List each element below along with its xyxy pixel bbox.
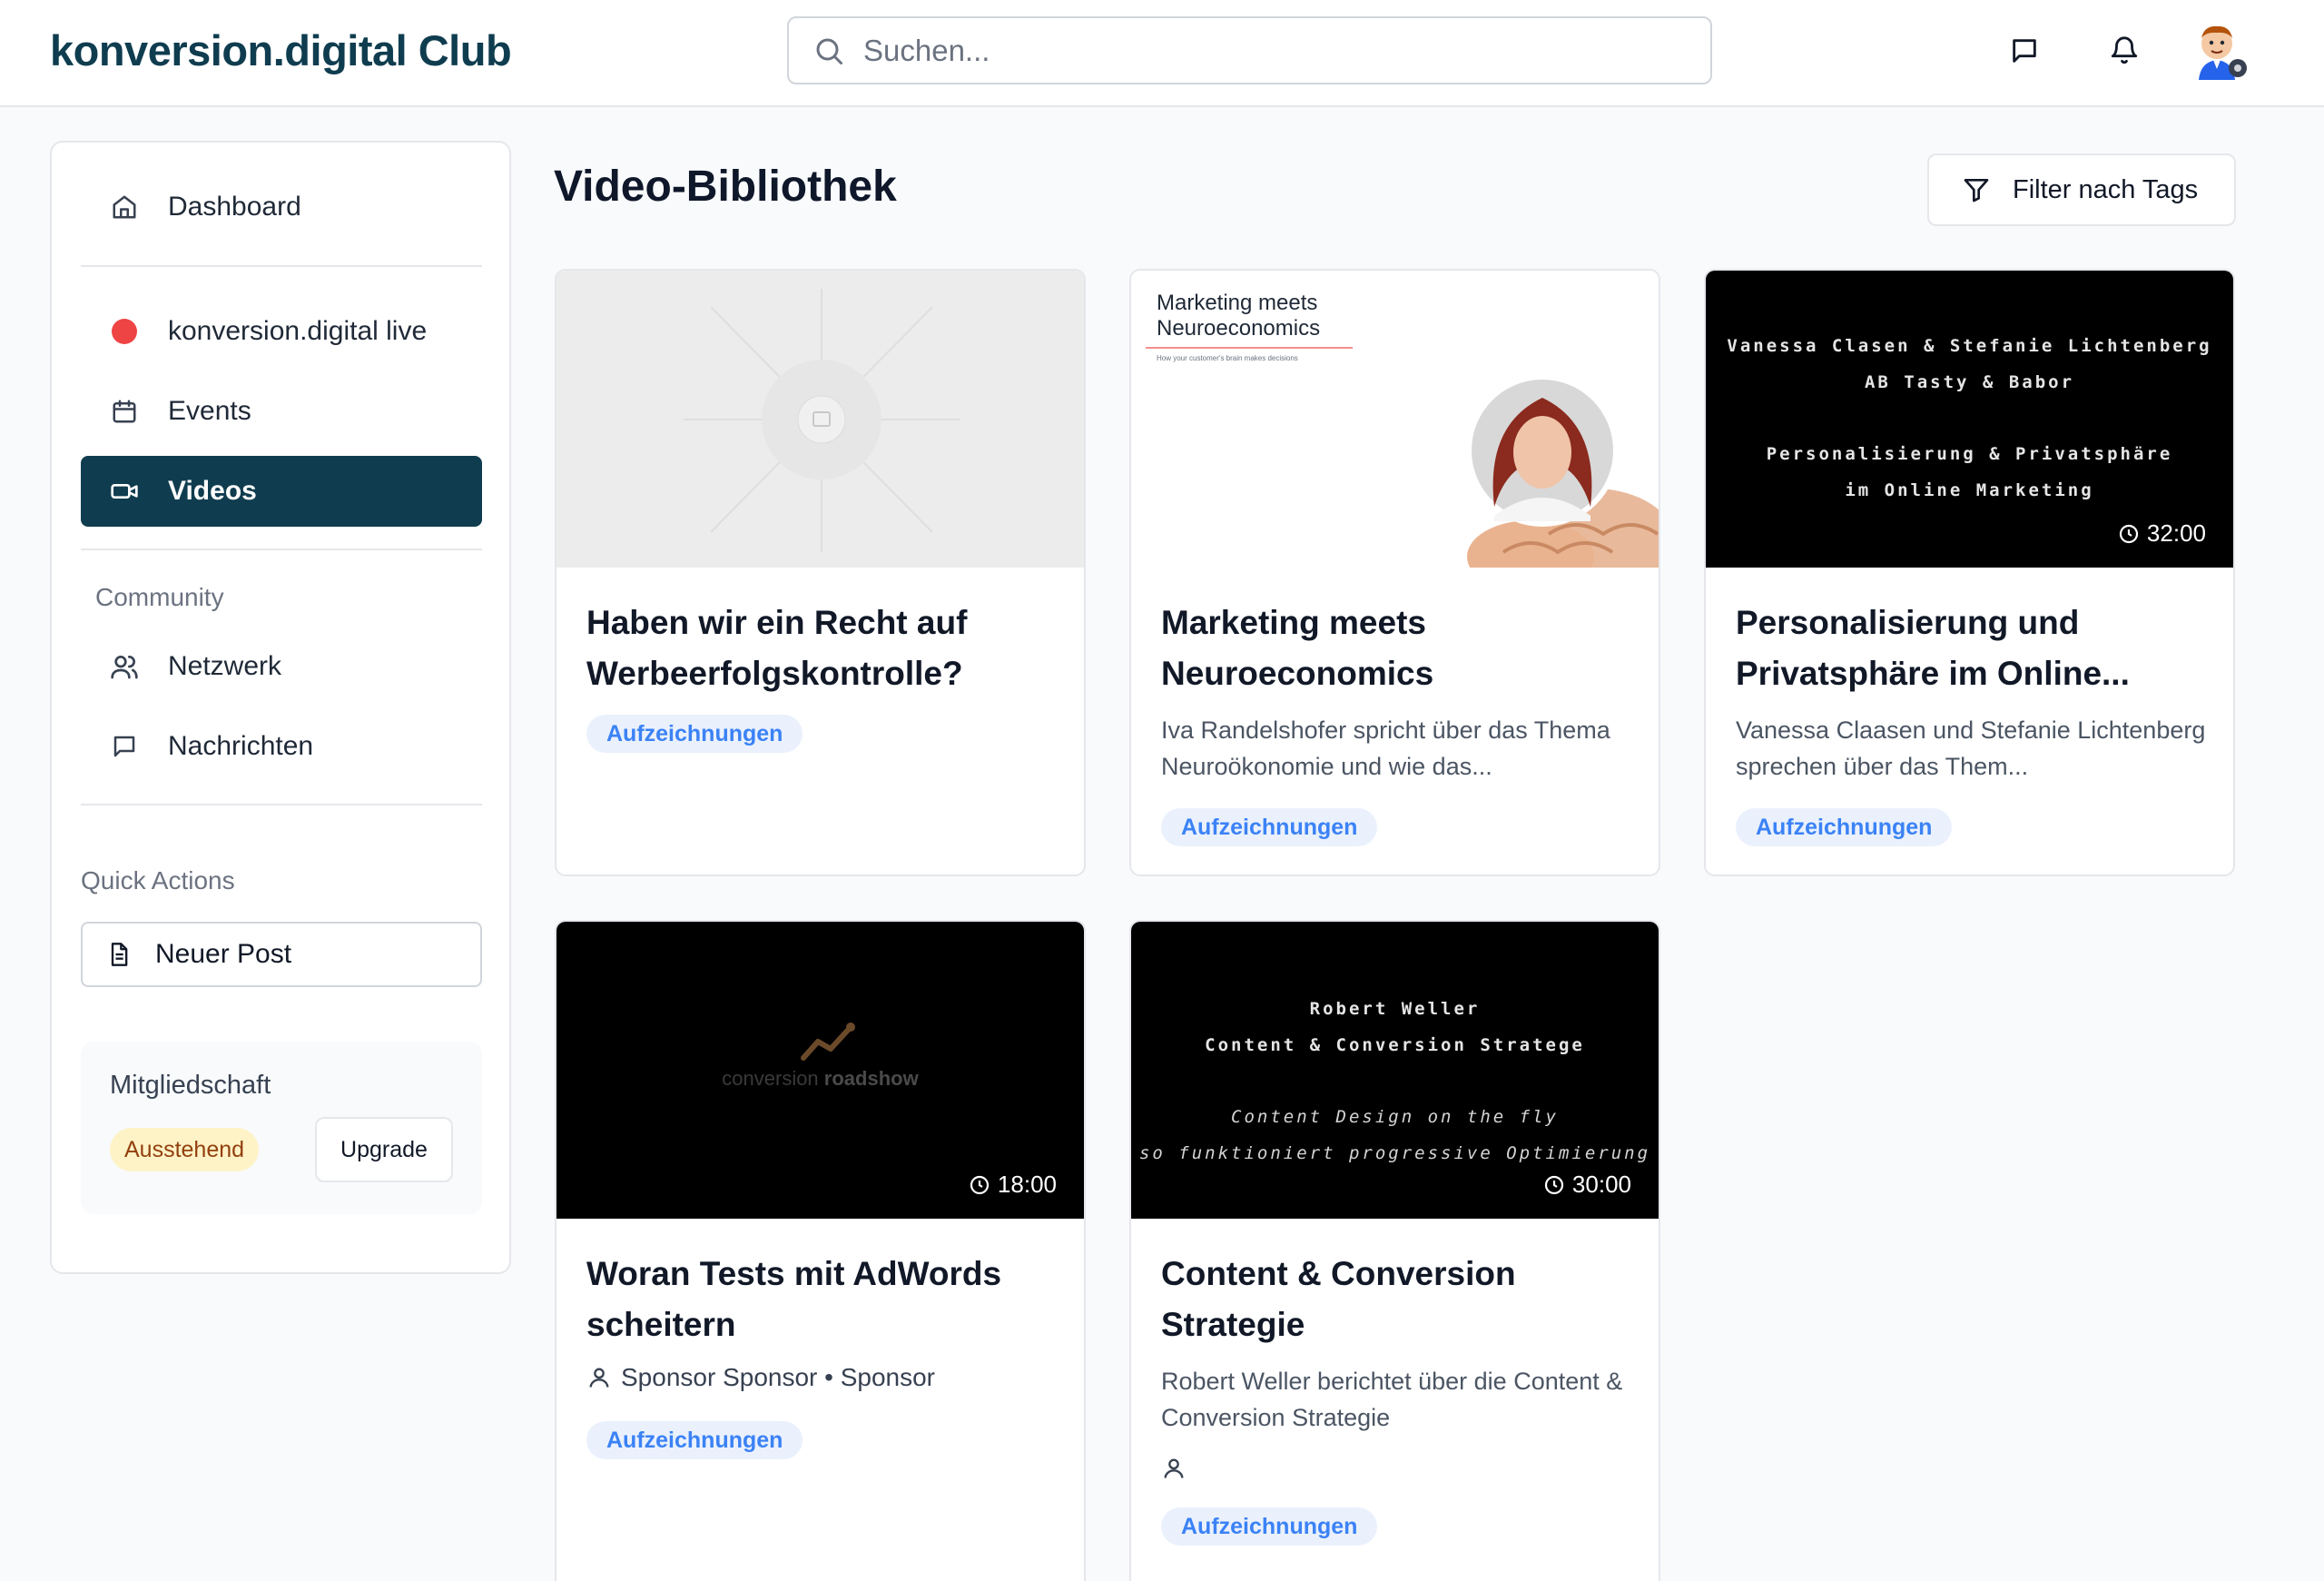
video-duration: 18:00 bbox=[969, 1171, 1057, 1199]
thumbnail-text: Vanessa Clasen & Stefanie Lichtenberg bbox=[1727, 336, 2212, 356]
video-title[interactable]: Woran Tests mit AdWords scheitern bbox=[586, 1249, 1059, 1350]
video-thumbnail-placeholder bbox=[556, 271, 1084, 568]
sidebar-item-label: Events bbox=[168, 396, 251, 426]
membership-title: Mitgliedschaft bbox=[110, 1071, 271, 1100]
duration-text: 18:00 bbox=[997, 1171, 1057, 1198]
user-avatar[interactable] bbox=[2188, 18, 2251, 82]
sidebar-divider bbox=[81, 265, 482, 267]
sidebar-item-dashboard[interactable]: Dashboard bbox=[81, 172, 482, 242]
thumbnail-text: im Online Marketing bbox=[1845, 480, 2094, 500]
community-section-label: Community bbox=[95, 583, 224, 611]
filter-icon bbox=[1964, 179, 1989, 203]
tag-badge[interactable]: Aufzeichnungen bbox=[1161, 808, 1378, 846]
message-icon bbox=[2013, 39, 2036, 63]
upgrade-button[interactable]: Upgrade bbox=[315, 1117, 453, 1182]
document-icon bbox=[111, 943, 128, 966]
user-icon bbox=[589, 1368, 609, 1388]
sidebar-item-videos[interactable]: Videos bbox=[81, 456, 482, 527]
roadshow-logo-text: conversion roadshow bbox=[722, 1067, 919, 1090]
video-title[interactable]: Marketing meets Neuroeconomics bbox=[1161, 598, 1633, 699]
filter-tags-button[interactable]: Filter nach Tags bbox=[1927, 153, 2236, 226]
thumbnail-subtitle: How your customer's brain makes decision… bbox=[1157, 354, 1298, 362]
video-thumbnail: Vanessa Clasen & Stefanie Lichtenberg AB… bbox=[1706, 271, 2233, 568]
tag-badge[interactable]: Aufzeichnungen bbox=[1161, 1507, 1378, 1546]
thumbnail-divider bbox=[1146, 347, 1353, 349]
search-box[interactable] bbox=[787, 16, 1712, 84]
tag-badge[interactable]: Aufzeichnungen bbox=[586, 715, 803, 753]
tag-badge[interactable]: Aufzeichnungen bbox=[586, 1421, 803, 1459]
video-card[interactable]: conversion roadshow 18:00 Woran Tests mi… bbox=[555, 920, 1086, 1581]
sidebar-item-live[interactable]: konversion.digital live bbox=[81, 296, 482, 367]
live-dot-icon bbox=[112, 319, 137, 344]
tag-badge[interactable]: Aufzeichnungen bbox=[1736, 808, 1953, 846]
sidebar-item-label: konversion.digital live bbox=[168, 316, 428, 346]
page-title: Video-Bibliothek bbox=[554, 163, 897, 211]
video-card[interactable]: Robert Weller Content & Conversion Strat… bbox=[1129, 920, 1660, 1581]
thumbnail-text: Robert Weller bbox=[1309, 999, 1481, 1019]
search-icon bbox=[816, 38, 842, 64]
users-icon bbox=[111, 656, 138, 679]
thumbnail-text: Content & Conversion Stratege bbox=[1205, 1035, 1585, 1055]
video-duration: 32:00 bbox=[2118, 519, 2206, 548]
video-icon bbox=[111, 484, 138, 499]
notifications-button[interactable] bbox=[2104, 31, 2144, 71]
video-meta bbox=[1161, 1456, 1187, 1481]
quick-actions-label: Quick Actions bbox=[81, 866, 235, 894]
video-description: Vanessa Claasen und Stefanie Lichtenberg… bbox=[1736, 716, 2206, 780]
sidebar-item-label: Nachrichten bbox=[168, 731, 314, 761]
video-card[interactable]: Marketing meets Neuroeconomics How your … bbox=[1129, 269, 1660, 876]
sidebar-item-events[interactable]: Events bbox=[81, 376, 482, 447]
sidebar-item-label: Netzwerk bbox=[168, 651, 282, 681]
clock-icon bbox=[2119, 524, 2139, 543]
sidebar-item-label: Dashboard bbox=[168, 192, 301, 222]
video-card[interactable]: Haben wir ein Recht auf Werbeerfolgskont… bbox=[555, 269, 1086, 876]
sidebar-divider bbox=[81, 548, 482, 550]
home-icon bbox=[113, 195, 136, 219]
calendar-icon bbox=[113, 400, 136, 423]
sidebar-item-label: Videos bbox=[168, 476, 257, 506]
video-card[interactable]: Vanessa Clasen & Stefanie Lichtenberg AB… bbox=[1704, 269, 2235, 876]
duration-text: 30:00 bbox=[1571, 1171, 1631, 1198]
sidebar: Dashboard konversion.digital live Events… bbox=[50, 141, 511, 1274]
video-meta: Sponsor Sponsor • Sponsor bbox=[586, 1363, 935, 1392]
message-icon bbox=[113, 736, 135, 757]
thumbnail-title: Marketing meets Neuroeconomics bbox=[1157, 291, 1321, 341]
clock-icon bbox=[1544, 1175, 1564, 1194]
brand-logo[interactable]: konversion.digital Club bbox=[50, 25, 512, 75]
video-thumbnail: Robert Weller Content & Conversion Strat… bbox=[1131, 922, 1659, 1219]
speaker-portrait-icon bbox=[1466, 374, 1659, 568]
clock-icon bbox=[970, 1175, 990, 1194]
thumbnail-text: Personalisierung & Privatsphäre bbox=[1766, 444, 2173, 464]
messages-button[interactable] bbox=[2004, 31, 2044, 71]
thumbnail-text: AB Tasty & Babor bbox=[1864, 372, 2075, 392]
avatar-icon bbox=[2199, 25, 2247, 80]
new-post-button[interactable]: Neuer Post bbox=[81, 922, 482, 987]
video-description: Robert Weller berichtet über die Content… bbox=[1161, 1368, 1623, 1431]
status-badge: Ausstehend bbox=[110, 1128, 260, 1171]
video-description: Iva Randelshofer spricht über das Thema … bbox=[1161, 716, 1610, 780]
sidebar-divider bbox=[81, 804, 482, 805]
thumbnail-text: Content Design on the fly bbox=[1231, 1107, 1559, 1127]
new-post-label: Neuer Post bbox=[155, 939, 292, 969]
search-input[interactable] bbox=[863, 33, 1680, 68]
membership-panel: Mitgliedschaft Ausstehend Upgrade bbox=[81, 1042, 482, 1214]
video-thumbnail: Marketing meets Neuroeconomics How your … bbox=[1131, 271, 1659, 568]
user-icon bbox=[1164, 1458, 1184, 1478]
sidebar-item-messages[interactable]: Nachrichten bbox=[81, 711, 482, 782]
top-header: konversion.digital Club bbox=[0, 0, 2324, 107]
roadshow-logo-icon bbox=[801, 1023, 855, 1061]
duration-text: 32:00 bbox=[2146, 519, 2206, 547]
video-meta-text: Sponsor Sponsor • Sponsor bbox=[621, 1363, 936, 1391]
video-title[interactable]: Haben wir ein Recht auf Werbeerfolgskont… bbox=[586, 598, 1059, 699]
video-title[interactable]: Personalisierung und Privatsphäre im Onl… bbox=[1736, 598, 2208, 699]
video-duration: 30:00 bbox=[1543, 1171, 1631, 1199]
filter-label: Filter nach Tags bbox=[2013, 174, 2199, 204]
video-thumbnail: conversion roadshow 18:00 bbox=[556, 922, 1084, 1219]
image-placeholder-icon bbox=[684, 289, 960, 552]
thumbnail-text: so funktioniert progressive Optimierung bbox=[1138, 1143, 1651, 1163]
sidebar-item-network[interactable]: Netzwerk bbox=[81, 631, 482, 702]
video-title[interactable]: Content & Conversion Strategie bbox=[1161, 1249, 1633, 1350]
bell-icon bbox=[2111, 36, 2138, 64]
